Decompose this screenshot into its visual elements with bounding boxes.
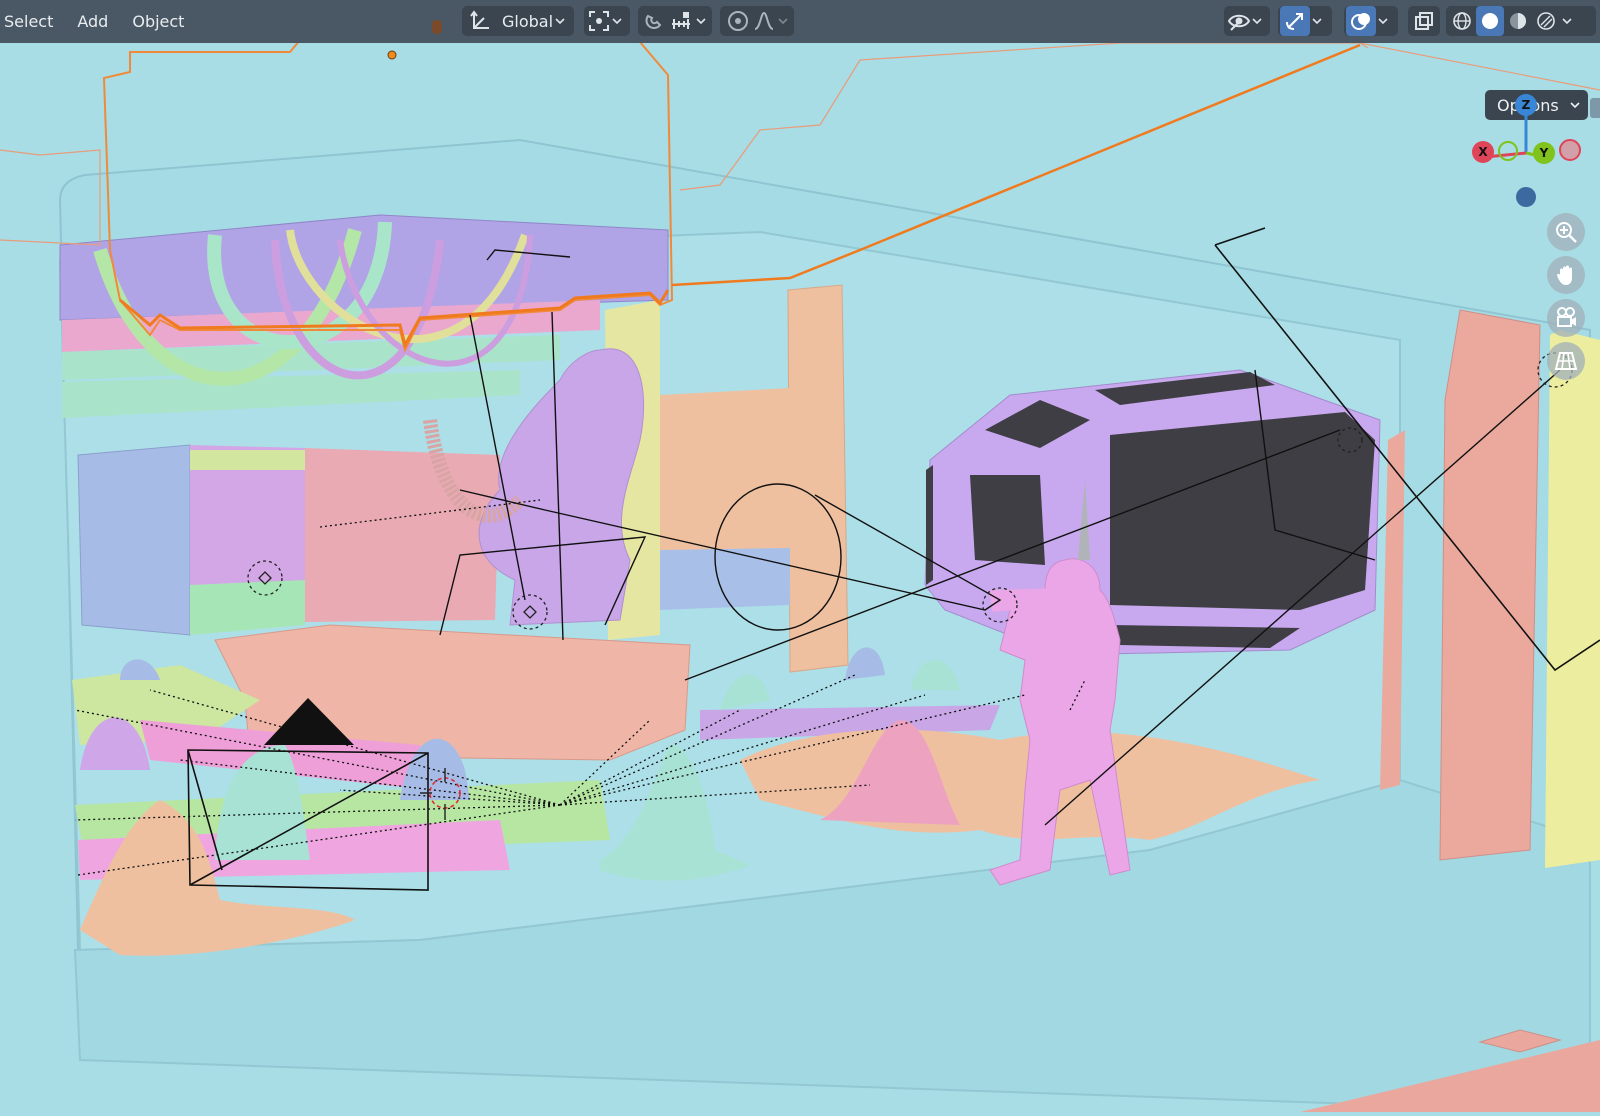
chevron-down-icon [1310,6,1324,36]
snap-increment-icon[interactable] [668,6,694,36]
chevron-down-icon [694,6,708,36]
xray-toggle-icon [1413,10,1435,32]
left-cabinet-pink [305,448,500,622]
3d-viewport[interactable]: Options Z X Y [0,38,1600,1114]
right-wall-salmon [1439,309,1541,861]
scene-render [0,38,1600,1114]
left-cabinet-green-top [190,450,305,470]
snap-group[interactable] [638,6,712,36]
orange-beam-right [1359,42,1600,91]
chevron-down-icon [1560,6,1574,36]
machine-panel-front [970,475,1045,565]
object-origin-marker [432,20,442,34]
chevron-down-icon [553,6,566,36]
overlay-toggle-icon[interactable] [1346,6,1376,36]
menu-object[interactable]: Object [120,12,196,31]
camera-view-button[interactable] [1547,299,1585,337]
sidebar-toggle-tab[interactable] [1590,98,1600,118]
snap-magnet-icon[interactable] [640,6,668,36]
transform-axes-icon [470,10,492,32]
pivot-point-dropdown[interactable] [584,6,630,36]
blue-panel [660,548,790,610]
ceiling-outline-right [679,42,1369,191]
camera-view-icon [1554,306,1578,330]
overlay-group[interactable] [1344,6,1398,36]
axis-negx-circle [1498,141,1518,161]
wireframe-icon[interactable] [1448,6,1476,36]
rendered-icon[interactable] [1532,6,1560,36]
ortho-grid-icon [1554,349,1578,373]
axis-negy-circle [1559,139,1581,161]
chevron-down-icon [610,6,624,36]
axis-z-label: Z [1522,98,1531,112]
machine-panel-bottom [1110,625,1300,648]
proportional-editing-icon[interactable] [724,6,751,36]
zoom-icon [1554,220,1578,244]
chevron-down-icon [776,6,790,36]
pan-button[interactable] [1547,256,1585,294]
object-origin-dot [387,50,397,60]
machine-left-edge [926,465,933,585]
proportional-editing-group[interactable] [720,6,794,36]
material-preview-icon[interactable] [1504,6,1532,36]
axis-x-label: X [1478,145,1488,159]
axis-negz-circle [1516,187,1536,207]
chevron-down-icon [1250,6,1264,36]
shading-mode-group[interactable] [1446,6,1596,36]
orange-panel [660,388,790,555]
pivot-point-icon [588,10,610,32]
hand-pan-icon [1554,263,1578,287]
transform-orientation-value: Global [502,11,554,31]
right-wall-yellow [1545,330,1600,868]
visibility-dropdown[interactable] [1224,6,1270,36]
gizmo-toggle-icon[interactable] [1280,6,1310,36]
falloff-curve-icon[interactable] [751,6,776,36]
solid-icon[interactable] [1476,6,1504,36]
zoom-button[interactable] [1547,213,1585,251]
menu-add[interactable]: Add [65,12,120,31]
transform-orientation-dropdown[interactable]: Global [462,6,574,36]
eye-visibility-icon [1228,10,1250,32]
menu-select[interactable]: Select [0,12,65,31]
axis-y-label: Y [1539,146,1549,160]
xray-toggle[interactable] [1408,6,1440,36]
chevron-down-icon [1376,6,1390,36]
left-cabinet-blue [77,444,191,636]
navigation-gizmo[interactable]: Z X Y [1465,93,1595,223]
ortho-toggle-button[interactable] [1547,342,1585,380]
gizmo-group[interactable] [1278,6,1332,36]
machine-panel-main [1110,412,1375,610]
